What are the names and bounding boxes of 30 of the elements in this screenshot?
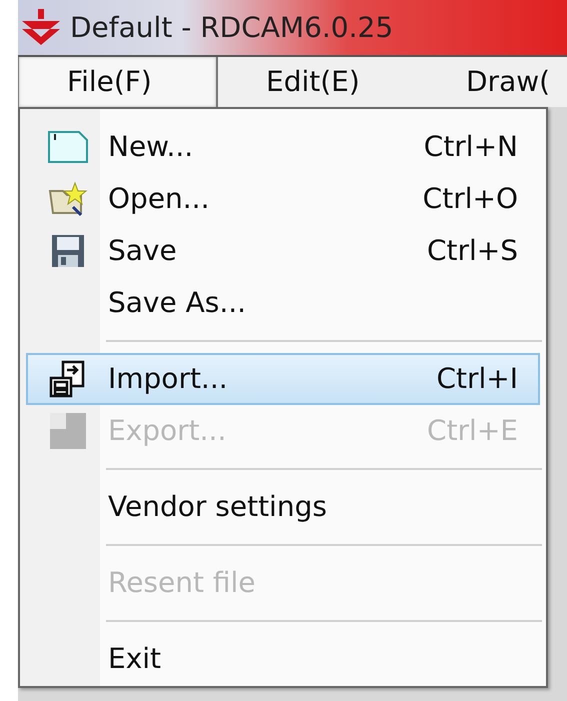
menu-item[interactable]: Save As... [26, 277, 540, 329]
menu-item-label: Import... [108, 361, 228, 397]
menu-item[interactable]: Open... Ctrl+O [26, 173, 540, 225]
menu-bar-item[interactable]: Edit(E) [218, 57, 418, 107]
menu-item[interactable]: Save Ctrl+S [26, 225, 540, 277]
export-icon [50, 413, 86, 449]
document-icon [47, 130, 89, 164]
menu-item-label: Export... [108, 413, 226, 449]
menu-item-label: Resent file [108, 565, 256, 601]
shortcut-label: Ctrl+S [426, 233, 518, 269]
menu-item[interactable]: Vendor settings [26, 481, 540, 533]
menu-bar-item[interactable]: Draw( [418, 57, 567, 107]
menu-item-label: New... [108, 129, 194, 165]
menu-item[interactable]: New... Ctrl+N [26, 121, 540, 173]
window-title: Default - RDCAM6.0.25 [70, 10, 394, 46]
menu-item-label: Vendor settings [108, 489, 327, 525]
folder-star-icon [47, 181, 89, 217]
menu-item[interactable]: Import... Ctrl+I [26, 353, 540, 405]
shortcut-label: Ctrl+O [422, 181, 518, 217]
menu-item[interactable]: Exit [26, 633, 540, 685]
menu-item-label: Save [108, 233, 177, 269]
import-icon [49, 360, 87, 398]
shortcut-label: Ctrl+I [436, 361, 518, 397]
shortcut-label: Ctrl+N [424, 129, 518, 165]
menu-item-label: Open... [108, 181, 210, 217]
menu-item-label: Save As... [108, 285, 246, 321]
menu-bar-item[interactable]: File(F) [18, 57, 218, 107]
app-logo-icon [20, 8, 62, 46]
menu-item-label: Exit [108, 641, 162, 677]
shortcut-label: Ctrl+E [427, 413, 518, 449]
